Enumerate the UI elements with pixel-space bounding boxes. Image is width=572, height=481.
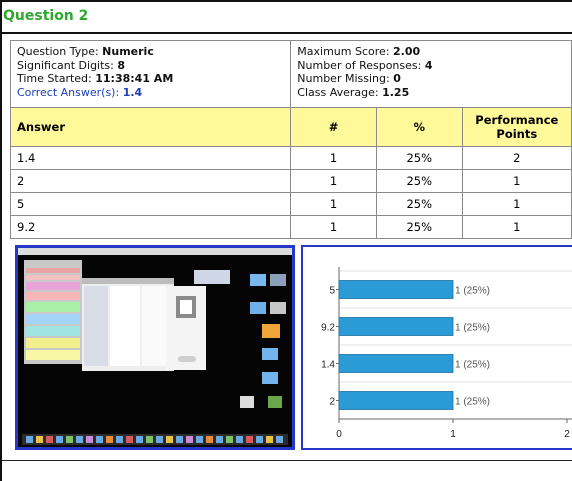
header-count: # [290,107,377,147]
class-average-value: 1.25 [382,85,410,99]
table-header: Answer # % Performance Points [9,107,572,147]
points-cell: 1 [461,215,572,239]
answer-cell: 2 [9,169,292,193]
correct-answer-value: 1.4 [122,85,143,99]
answer-cell: 1.4 [9,146,292,170]
points-cell: 1 [461,192,572,216]
time-started-value: 11:38:41 AM [95,72,174,85]
significant-digits-value: 8 [117,58,126,72]
score-summary-cell: Maximum Score: 2.00 Number of Responses:… [290,40,572,108]
percent-cell: 25% [375,215,463,239]
bar-value-label: 1 (25%) [455,360,490,371]
points-cell: 1 [461,169,572,193]
bar [338,280,454,299]
table-row: 5 1 25% 1 [9,192,572,216]
count-cell: 1 [290,215,377,239]
x-tick-label: 1 [450,429,456,440]
count-cell: 1 [290,192,377,216]
category-label: 9.2 [321,323,335,334]
header-percent: % [375,107,463,147]
results-table: Question Type: Numeric Significant Digit… [9,40,572,239]
answer-cell: 5 [9,192,292,216]
answer-cell: 9.2 [9,215,292,239]
bar-value-label: 1 (25%) [455,286,490,297]
header-performance-points: Performance Points [461,107,572,147]
missing-value: 0 [393,72,401,85]
desktop-screenshot-image [18,248,292,447]
response-bar-chart: 5 1 (25%) 9.2 1 (25%) 1.4 1 (25%) 2 1 (25%) 0 1 2 [301,245,572,450]
table-row: 1.4 1 25% 2 [9,146,572,170]
bottom-divider [2,460,572,461]
bar [338,354,454,373]
category-label: 5 [329,286,335,297]
bar [338,391,454,410]
x-tick-label: 0 [336,429,342,440]
percent-cell: 25% [375,192,463,216]
percent-cell: 25% [375,169,463,193]
question-title: Question 2 [3,8,89,24]
question-meta-cell: Question Type: Numeric Significant Digit… [9,40,292,108]
percent-cell: 25% [375,146,463,170]
x-tick-label: 2 [564,429,570,440]
max-score-value: 2.00 [393,45,421,58]
responses-value: 4 [424,58,433,72]
category-label: 1.4 [321,360,335,371]
table-row: 2 1 25% 1 [9,169,572,193]
desktop-screenshot-thumbnail[interactable] [15,245,295,450]
header-answer: Answer [9,107,292,147]
count-cell: 1 [290,169,377,193]
category-label: 2 [329,397,335,408]
question-type-value: Numeric [102,45,154,58]
bar-value-label: 1 (25%) [455,397,490,408]
count-cell: 1 [290,146,377,170]
summary-row: Question Type: Numeric Significant Digit… [9,40,572,108]
bar-value-label: 1 (25%) [455,323,490,334]
bar [338,317,454,336]
table-row: 9.2 1 25% 1 [9,215,572,239]
title-divider [0,32,572,34]
points-cell: 2 [461,146,572,170]
bar-chart-svg: 5 1 (25%) 9.2 1 (25%) 1.4 1 (25%) 2 1 (25%) 0 1 2 [321,267,572,440]
